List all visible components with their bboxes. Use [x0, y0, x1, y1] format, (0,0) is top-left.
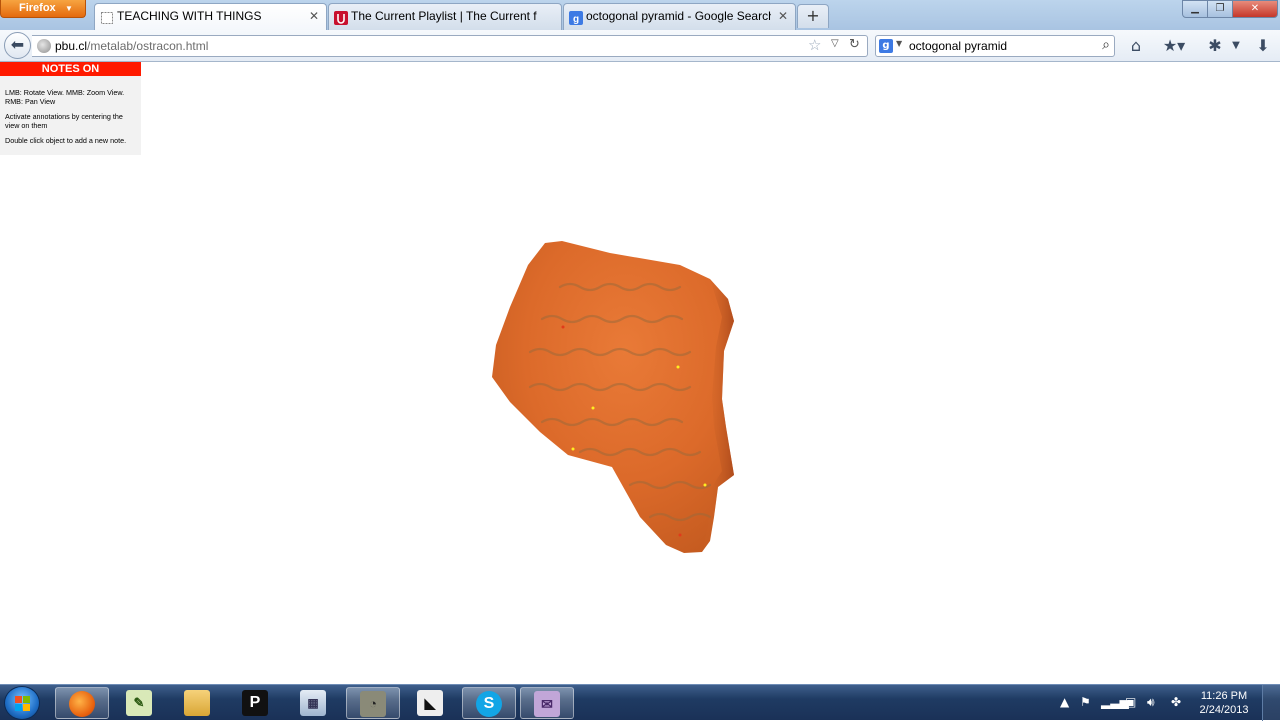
volume-icon[interactable]: 🔊︎: [1147, 695, 1155, 710]
tab-label: The Current Playlist | The Current fro..…: [351, 9, 537, 23]
firefox-menu-label: Firefox: [19, 2, 56, 14]
viewer-help: LMB: Rotate View. MMB: Zoom View. RMB: P…: [0, 76, 141, 145]
notepad-icon: ✎: [126, 690, 152, 716]
taskbar-pidgin[interactable]: ✉: [520, 687, 574, 719]
close-icon[interactable]: ✕: [777, 4, 789, 28]
minimize-button[interactable]: ▁: [1182, 0, 1208, 18]
tab-current-playlist[interactable]: The Current Playlist | The Current fro..…: [328, 3, 562, 30]
taskbar-explorer[interactable]: [171, 687, 225, 719]
folder-icon: [184, 690, 210, 716]
url-path: /metalab/ostracon.html: [87, 39, 209, 53]
notes-toggle-button[interactable]: NOTES ON: [0, 62, 141, 76]
chevron-down-icon[interactable]: ▼: [896, 39, 902, 48]
help-annotations: Activate annotations by centering the vi…: [5, 112, 123, 130]
bookmarks-menu-icon[interactable]: ★▾: [1158, 35, 1190, 57]
help-controls: LMB: Rotate View. MMB: Zoom View. RMB: P…: [5, 88, 125, 106]
taskbar-inkscape[interactable]: ◣: [404, 687, 458, 719]
notes-panel: NOTES ON LMB: Rotate View. MMB: Zoom Vie…: [0, 62, 141, 155]
tab-strip: Firefox ▼ TEACHING WITH THINGS ✕ The Cur…: [0, 0, 1280, 31]
tab-teaching-with-things[interactable]: TEACHING WITH THINGS ✕: [94, 3, 327, 31]
taskbar-firefox[interactable]: [55, 687, 109, 719]
taskbar-processing[interactable]: P: [229, 687, 283, 719]
firefox-window: Firefox ▼ TEACHING WITH THINGS ✕ The Cur…: [0, 0, 1280, 684]
annotation-marker[interactable]: [571, 447, 575, 451]
close-icon: ✕: [1250, 3, 1260, 14]
calculator-icon: ▦: [300, 690, 326, 716]
history-dropdown-icon[interactable]: ▽: [831, 38, 839, 49]
reload-icon[interactable]: ↻: [849, 37, 860, 52]
google-icon: g: [569, 9, 583, 25]
google-search-engine-icon[interactable]: g: [879, 39, 893, 53]
search-input[interactable]: octogonal pyramid: [909, 39, 1007, 53]
inkscape-icon: ◣: [417, 690, 443, 716]
url-text: pbu.cl/metalab/ostracon.html: [55, 39, 208, 53]
annotation-marker[interactable]: [676, 365, 680, 369]
clock-date: 2/24/2013: [1199, 704, 1249, 716]
show-hidden-icons-icon[interactable]: ▲: [1060, 695, 1069, 709]
clock-time: 11:26 PM: [1200, 690, 1248, 702]
addon-icon[interactable]: ✱: [1204, 35, 1226, 57]
navigation-toolbar: ⬅ pbu.cl/metalab/ostracon.html ☆ ▽ ↻ g ▼…: [0, 30, 1280, 62]
address-bar[interactable]: pbu.cl/metalab/ostracon.html ☆ ▽ ↻: [32, 35, 868, 57]
action-center-flag-icon[interactable]: ⚑: [1080, 695, 1091, 709]
tab-label: TEACHING WITH THINGS: [117, 9, 262, 23]
restore-button[interactable]: ❐: [1207, 0, 1233, 18]
globe-icon: [37, 39, 51, 53]
firefox-icon: [69, 691, 95, 717]
gimp-icon: ◔: [360, 691, 386, 717]
help-add-note: Double click object to add a new note.: [5, 136, 127, 145]
minimize-icon: ▁: [1191, 3, 1199, 14]
start-button[interactable]: [4, 686, 40, 720]
annotation-marker[interactable]: [678, 533, 682, 537]
close-icon[interactable]: ✕: [308, 4, 320, 28]
search-bar[interactable]: g ▼ octogonal pyramid ⌕: [875, 35, 1115, 57]
search-icon[interactable]: ⌕: [1102, 37, 1110, 53]
page-content: NOTES ON LMB: Rotate View. MMB: Zoom Vie…: [0, 62, 1280, 682]
arrow-left-icon: ⬅: [10, 35, 25, 54]
url-host: pbu.cl: [55, 39, 88, 53]
ostracon-3d-viewer[interactable]: [470, 227, 760, 567]
the-current-logo-icon: [334, 9, 348, 25]
close-window-button[interactable]: ✕: [1232, 0, 1278, 18]
tab-google-search[interactable]: g octogonal pyramid - Google Search ✕: [563, 3, 796, 30]
taskbar-notepad[interactable]: ✎: [113, 687, 167, 719]
restore-icon: ❐: [1215, 3, 1225, 14]
annotation-marker[interactable]: [703, 483, 707, 487]
pidgin-icon: ✉: [534, 691, 560, 717]
skype-icon: S: [476, 691, 502, 717]
tab-label: octogonal pyramid - Google Search: [586, 9, 771, 23]
taskbar-clock[interactable]: 11:26 PM 2/24/2013: [1194, 689, 1254, 717]
taskbar-gimp[interactable]: ◔: [346, 687, 400, 719]
windows-logo-icon: [15, 696, 30, 711]
blank-page-icon: [100, 9, 114, 24]
home-icon[interactable]: ⌂: [1125, 35, 1147, 57]
svg-text:g: g: [573, 14, 579, 25]
bookmark-star-icon[interactable]: ☆: [808, 36, 821, 54]
dropbox-icon[interactable]: ✤: [1171, 695, 1181, 709]
windows-taskbar: ✎ P ▦ ◔ ◣ S ✉ ▲ ⚑ ▂▃▅ ▣ 🔊︎ ✤ 11:26 PM 2/…: [0, 684, 1280, 721]
new-tab-button[interactable]: +: [797, 4, 829, 28]
taskbar-skype[interactable]: S: [462, 687, 516, 719]
device-icon[interactable]: ▣: [1125, 695, 1136, 709]
annotation-marker[interactable]: [561, 325, 565, 329]
firefox-menu-button[interactable]: Firefox ▼: [0, 0, 86, 18]
chevron-down-icon[interactable]: ▼: [1228, 35, 1244, 57]
ostracon-shard[interactable]: [492, 241, 734, 553]
taskbar-calculator[interactable]: ▦: [287, 687, 341, 719]
chevron-down-icon: ▼: [65, 4, 73, 13]
plus-icon: +: [806, 6, 820, 25]
annotation-marker[interactable]: [591, 406, 595, 410]
back-button[interactable]: ⬅: [4, 32, 31, 59]
processing-icon: P: [242, 690, 268, 716]
downloads-icon[interactable]: ⬇: [1253, 35, 1273, 57]
show-desktop-button[interactable]: [1262, 685, 1280, 721]
